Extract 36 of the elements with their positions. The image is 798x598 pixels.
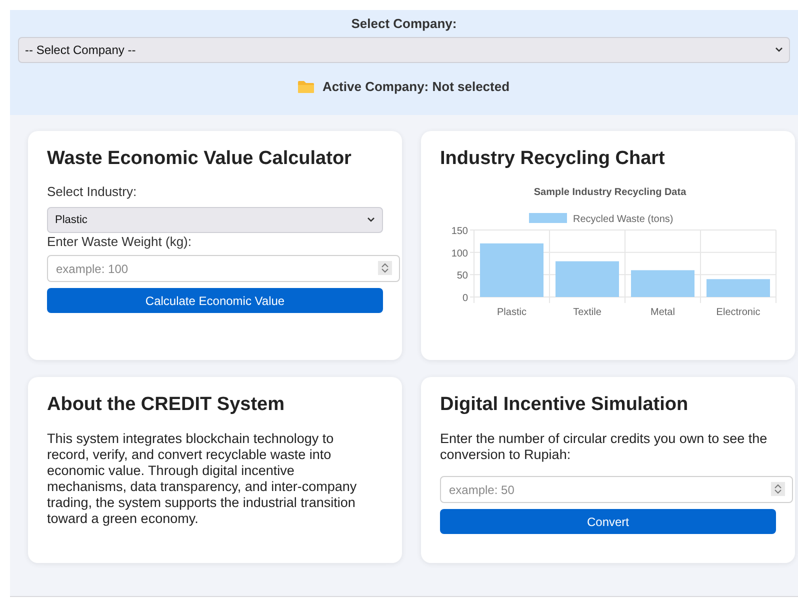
credits-input-field[interactable]: example: 50 (440, 476, 793, 503)
axis-category-label: Textile (573, 307, 602, 318)
convert-button[interactable]: Convert (440, 509, 776, 534)
axis-tick-label: 0 (462, 293, 468, 304)
axis-category-label: Metal (650, 307, 675, 318)
legend-swatch (529, 213, 567, 223)
spinner-icon[interactable] (378, 261, 392, 275)
description-text: This system integrates blockchain technology to record, verify, and convert recyclable waste into economic value. Through digital incentive mechanisms, data transparency, and inter-company trading, the system supports the industrial transition toward a green economy. (47, 431, 358, 527)
chevron-down-icon (367, 217, 375, 223)
industry-select[interactable]: Plastic (47, 207, 383, 233)
active-company-text: Active Company: Not selected (322, 78, 510, 96)
card-title: About the CREDIT System (47, 393, 286, 416)
prompt-text: Enter the number of circular credits you own to see the conversion to Rupiah: (440, 431, 768, 463)
bar (556, 261, 619, 297)
bar (631, 270, 694, 297)
bar (706, 279, 770, 297)
field-label: Select Industry: (47, 184, 138, 200)
card-title: Digital Incentive Simulation (440, 393, 690, 416)
calculate-button[interactable]: Calculate Economic Value (47, 288, 383, 313)
field-label: Enter Waste Weight (kg): (47, 234, 192, 250)
chart-title: Sample Industry Recycling Data (534, 187, 686, 198)
axis-tick-label: 50 (456, 270, 468, 282)
card-title: Waste Economic Value Calculator (47, 147, 352, 170)
bar (480, 243, 544, 297)
card-title: Industry Recycling Chart (440, 147, 666, 170)
axis-tick-label: 100 (451, 248, 468, 260)
folder-icon (298, 80, 314, 94)
field-label: Select Company: (351, 16, 457, 32)
spinner-icon[interactable] (771, 482, 785, 496)
axis-category-label: Plastic (497, 307, 526, 318)
legend-label: Recycled Waste (tons) (573, 214, 674, 225)
axis-tick-label: 150 (451, 226, 468, 237)
axis-category-label: Electronic (716, 307, 760, 318)
weight-input-field[interactable]: example: 100 (47, 255, 400, 282)
chevron-down-icon (775, 47, 783, 53)
company-select[interactable]: -- Select Company -- (18, 37, 790, 63)
